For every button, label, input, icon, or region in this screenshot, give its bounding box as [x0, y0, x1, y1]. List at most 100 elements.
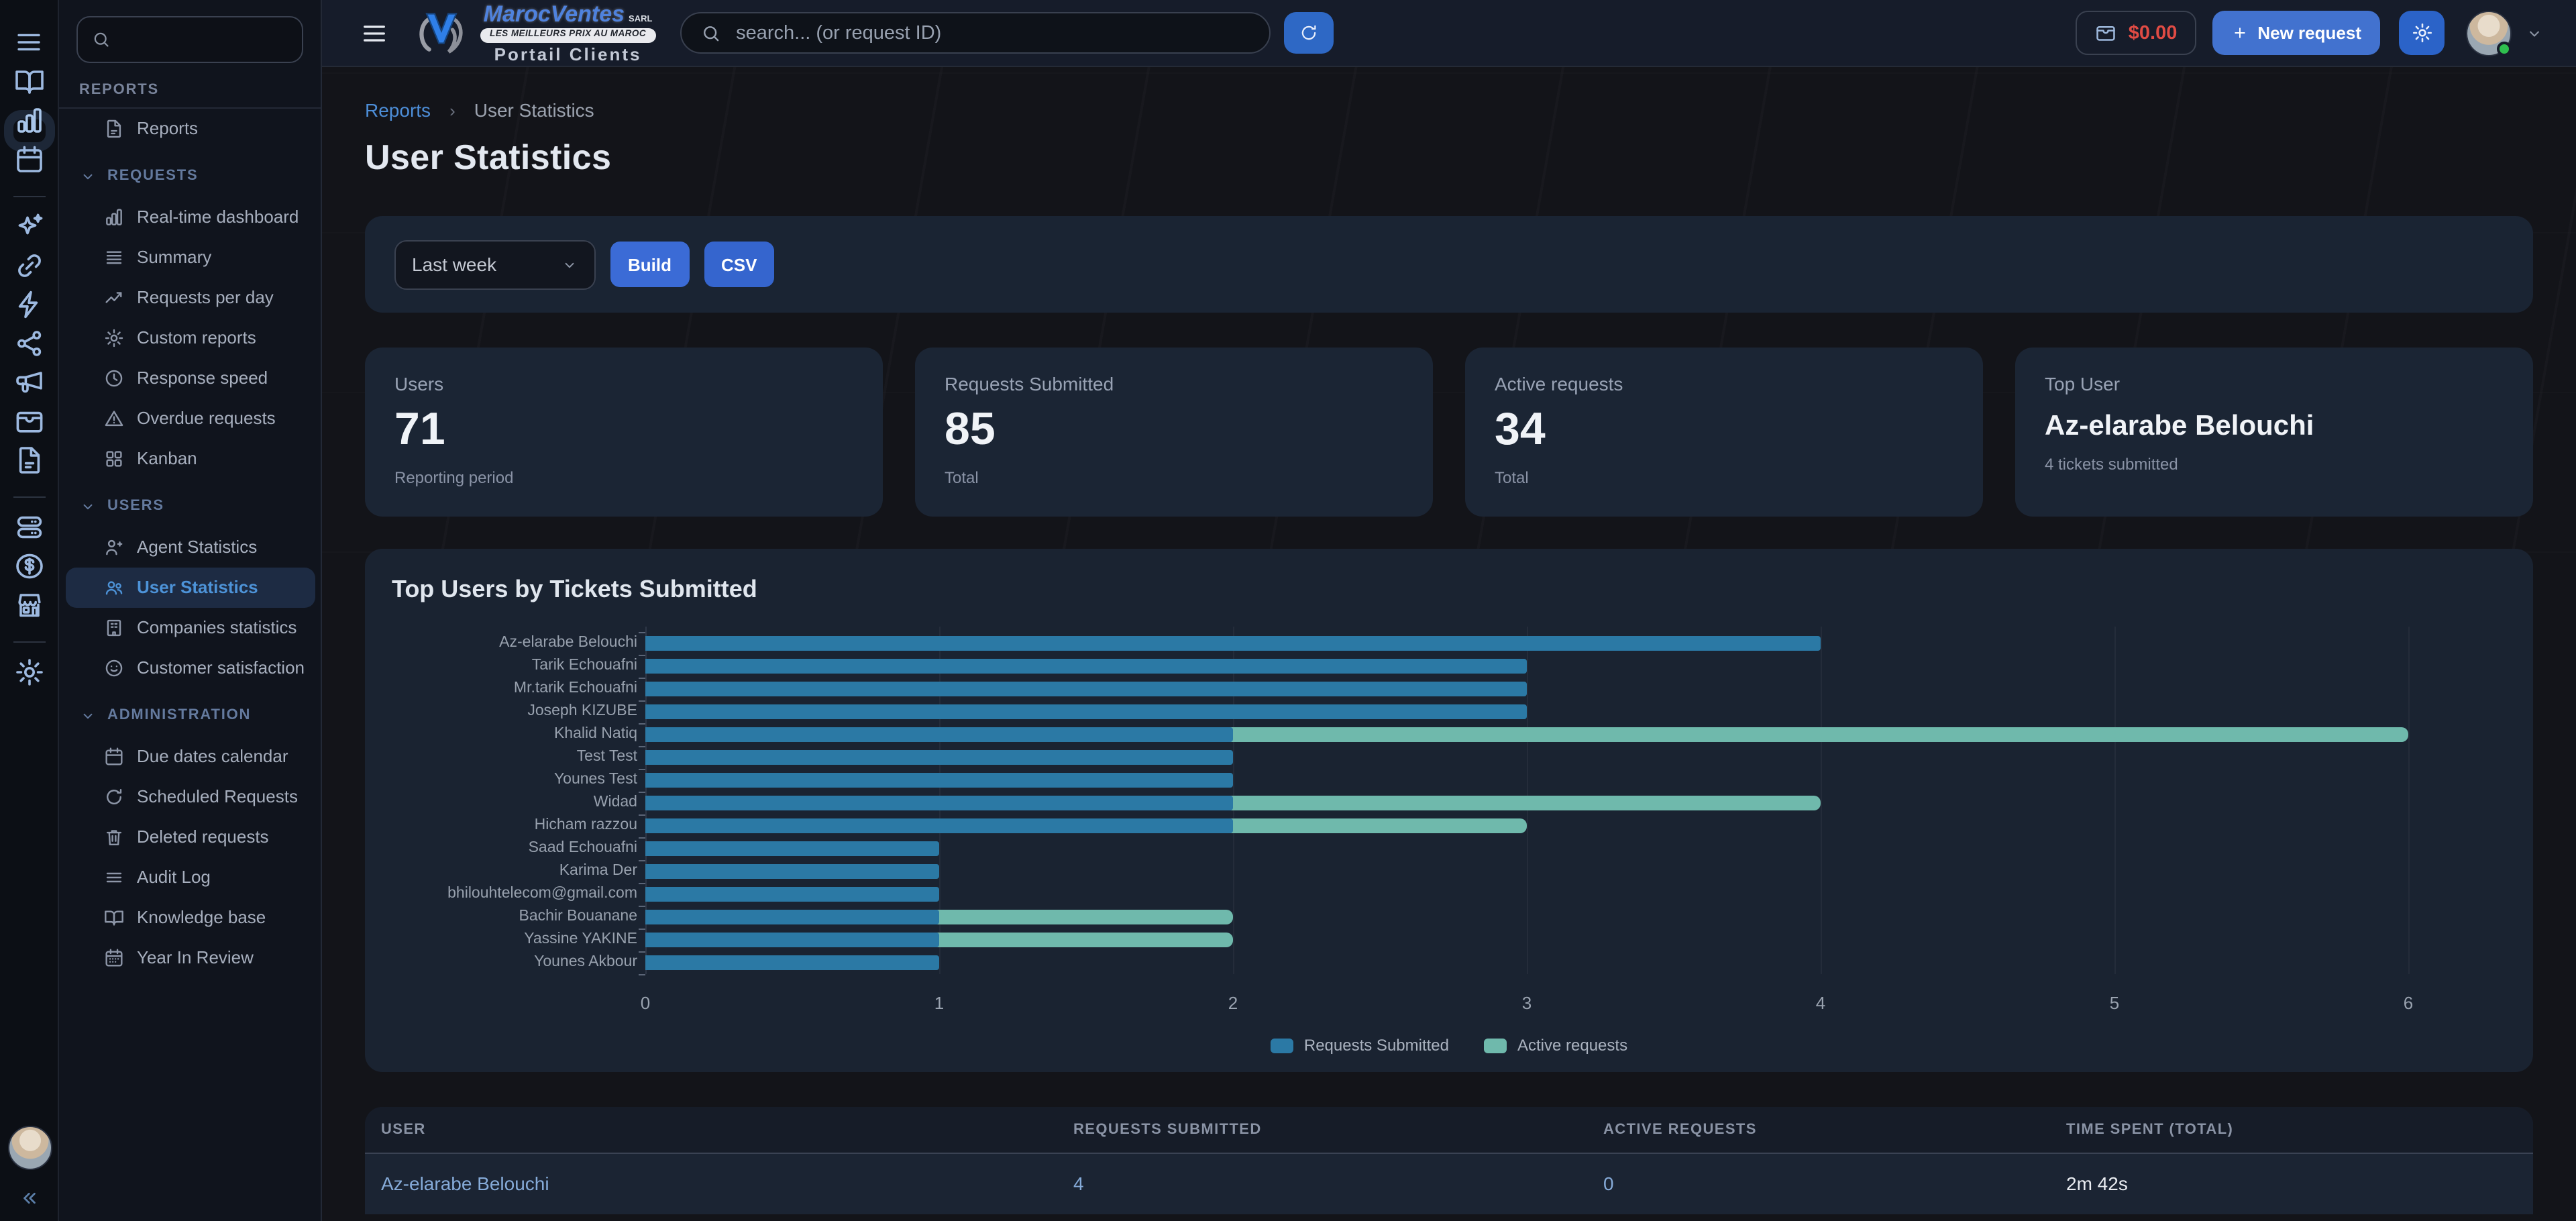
sidebar-search[interactable] [76, 16, 303, 63]
sidebar-item-real-time-dashboard[interactable]: Real-time dashboard [66, 197, 315, 237]
category-label: Karima Der [392, 860, 637, 883]
period-select[interactable]: Last week [394, 240, 596, 289]
hamburger-icon[interactable] [360, 18, 389, 48]
sparkles-icon[interactable] [13, 225, 45, 248]
breadcrumb: Reports › User Statistics [365, 99, 2533, 121]
file-icon[interactable] [13, 459, 45, 482]
sidebar-item-audit-log[interactable]: Audit Log [66, 857, 315, 898]
global-search-input[interactable] [733, 21, 1250, 45]
sidebar-item-requests-per-day[interactable]: Requests per day [66, 278, 315, 318]
chevron-down-icon[interactable] [2525, 23, 2544, 42]
chart-legend: Requests Submitted Active requests [392, 1036, 2506, 1055]
bar-chart-icon[interactable] [13, 119, 45, 142]
sidebar-item-custom-reports[interactable]: Custom reports [66, 318, 315, 358]
calendar-icon[interactable] [13, 158, 45, 181]
sidebar-item-reports[interactable]: Reports [66, 109, 315, 149]
breadcrumb-reports-link[interactable]: Reports [365, 99, 431, 121]
online-status-dot [2497, 41, 2512, 56]
chart-row: Test Test [392, 746, 2506, 769]
brand-logo[interactable]: MarocVentes SARL LES MEILLEURS PRIX AU M… [411, 3, 655, 63]
build-button[interactable]: Build [610, 242, 689, 287]
database-icon[interactable] [13, 526, 45, 549]
sidebar-item-companies-statistics[interactable]: Companies statistics [66, 608, 315, 648]
content-column: MarocVentes SARL LES MEILLEURS PRIX AU M… [322, 0, 2576, 1221]
gear-icon[interactable] [13, 671, 45, 694]
wallet-icon[interactable] [13, 420, 45, 443]
search-icon [91, 30, 111, 50]
sidebar-item-summary[interactable]: Summary [66, 237, 315, 278]
megaphone-icon[interactable] [13, 381, 45, 404]
building-icon [103, 617, 125, 639]
link-icon[interactable] [13, 264, 45, 287]
section-header-administration[interactable]: ADMINISTRATION [59, 694, 321, 737]
stat-cards-row: Users71Reporting periodRequests Submitte… [365, 348, 2533, 517]
section-header-reports: REPORTS [59, 71, 321, 109]
store-icon[interactable] [13, 604, 45, 627]
section-header-users[interactable]: USERS [59, 484, 321, 527]
book-icon[interactable] [13, 81, 45, 103]
topbar: MarocVentes SARL LES MEILLEURS PRIX AU M… [322, 0, 2576, 67]
balance-pill[interactable]: $0.00 [2076, 11, 2196, 55]
sidebar-search-input[interactable] [119, 28, 288, 51]
sidebar-item-deleted-requests[interactable]: Deleted requests [66, 817, 315, 857]
legend-item-active-requests[interactable]: Active requests [1484, 1036, 1627, 1055]
stat-sub: Total [1495, 468, 1953, 486]
brand-emblem-icon [411, 3, 472, 62]
chart-row: Yassine YAKINE [392, 928, 2506, 951]
user-link[interactable]: Az-elarabe Belouchi [365, 1153, 1057, 1214]
share-icon[interactable] [13, 342, 45, 365]
sidebar-item-agent-statistics[interactable]: Agent Statistics [66, 527, 315, 568]
category-label: Yassine YAKINE [392, 928, 637, 951]
page-title: User Statistics [365, 137, 2533, 178]
sidebar-item-response-speed[interactable]: Response speed [66, 358, 315, 399]
legend-item-requests-submitted[interactable]: Requests Submitted [1271, 1036, 1449, 1055]
stat-value: 34 [1495, 407, 1953, 453]
requests-submitted-bar [645, 659, 1527, 674]
bar-chart-icon [103, 207, 125, 228]
axis-tick [639, 974, 645, 975]
x-axis-labels: 0123456 [392, 988, 2506, 1022]
stat-label: Active requests [1495, 373, 1953, 394]
sidebar-item-kanban[interactable]: Kanban [66, 439, 315, 479]
csv-button[interactable]: CSV [704, 242, 774, 287]
stat-card-users: Users71Reporting period [365, 348, 883, 517]
sidebar-item-customer-satisfaction[interactable]: Customer satisfaction [66, 648, 315, 688]
refresh-button[interactable] [1283, 12, 1333, 54]
user-avatar[interactable] [2466, 10, 2512, 56]
requests-submitted-bar [645, 773, 1233, 788]
chart-row: Mr.tarik Echouafni [392, 678, 2506, 700]
collapse-sidebar-icon[interactable] [17, 1186, 42, 1210]
chart-row: Tarik Echouafni [392, 655, 2506, 678]
app-window: REPORTSReportsREQUESTSReal-time dashboar… [0, 0, 2576, 1221]
sidebar-item-scheduled-requests[interactable]: Scheduled Requests [66, 777, 315, 817]
sidebar-item-knowledge-base[interactable]: Knowledge base [66, 898, 315, 938]
requests-submitted-bar [645, 910, 939, 924]
grid-icon [103, 448, 125, 470]
rail-avatar[interactable] [7, 1126, 52, 1170]
brand-tagline: LES MEILLEURS PRIX AU MAROC [480, 28, 655, 43]
sidebar-item-overdue-requests[interactable]: Overdue requests [66, 399, 315, 439]
chart-title: Top Users by Tickets Submitted [392, 576, 2506, 604]
requests-submitted-bar [645, 864, 939, 879]
table-row: Az-elarabe Belouchi402m 42s [365, 1153, 2533, 1214]
rail-divider [13, 496, 45, 498]
x-tick-label: 3 [1522, 993, 1532, 1013]
users-icon [103, 577, 125, 598]
sidebar-item-user-statistics[interactable]: User Statistics [66, 568, 315, 608]
sidebar-item-due-dates-calendar[interactable]: Due dates calendar [66, 737, 315, 777]
requests-submitted-bar [645, 727, 1233, 742]
settings-button[interactable] [2399, 11, 2445, 55]
sidebar-item-year-in-review[interactable]: Year In Review [66, 938, 315, 978]
stat-sub: Total [945, 468, 1403, 486]
menu-icon[interactable] [13, 26, 44, 57]
calendar-dots-icon [103, 947, 125, 969]
requests-submitted-bar [645, 887, 939, 902]
section-header-requests[interactable]: REQUESTS [59, 154, 321, 197]
chevron-down-icon [79, 167, 97, 184]
new-request-button[interactable]: New request [2212, 11, 2380, 55]
zap-icon[interactable] [13, 303, 45, 326]
global-search[interactable] [680, 12, 1270, 54]
dollar-icon[interactable] [13, 565, 45, 588]
chart-row: Younes Test [392, 769, 2506, 792]
user-plus-icon [103, 537, 125, 558]
